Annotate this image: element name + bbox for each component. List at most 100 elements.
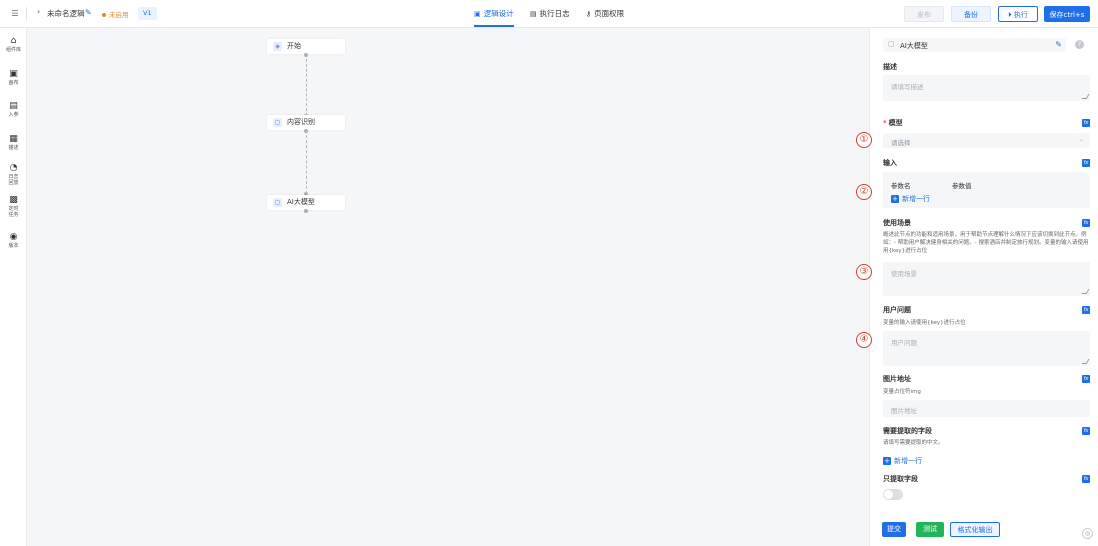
node-label: 内容识别	[287, 118, 315, 126]
annotation-marker-1: ①	[856, 132, 872, 148]
content-recognition-icon: ▢	[273, 118, 282, 127]
start-node-icon: ◈	[273, 42, 282, 51]
sidebar-item-description[interactable]: ▦ 描述	[0, 134, 27, 151]
flow-edge	[306, 54, 307, 116]
model-select[interactable]: 请选择 ⌄	[883, 133, 1090, 148]
sidebar-item-log-replay[interactable]: ◔ 日志 回放	[0, 163, 27, 186]
version-icon: ◉	[9, 232, 18, 242]
flow-node-start[interactable]: ◈ 开始	[267, 39, 345, 54]
logic-title: 未命名逻辑	[47, 9, 85, 18]
required-mark: *	[883, 119, 887, 127]
variable-fx-icon[interactable]: fx	[1082, 219, 1090, 227]
scenario-textarea[interactable]: 使用场景	[883, 262, 1090, 296]
variable-fx-icon[interactable]: fx	[1082, 427, 1090, 435]
variable-fx-icon[interactable]: fx	[1082, 119, 1090, 127]
input-params-table: 参数名 参数值 + 新增一行	[883, 172, 1090, 208]
resize-handle-icon[interactable]	[1081, 94, 1090, 99]
logic-design-icon: ▣	[474, 10, 481, 18]
sidebar-item-label: 组件库	[5, 47, 21, 53]
image-url-label: 图片地址	[883, 375, 911, 383]
variable-fx-icon[interactable]: fx	[1082, 306, 1090, 314]
divider	[26, 7, 27, 21]
test-button[interactable]: 测试	[916, 522, 944, 537]
extract-fields-hint: 请填写需要提取的中文。	[883, 440, 944, 446]
sidebar-item-label: 日志 回放	[8, 174, 19, 186]
ai-model-icon: ▢	[273, 198, 282, 207]
annotation-marker-3: ③	[856, 264, 872, 280]
tab-page-permission[interactable]: ⚷ 页面权限	[586, 0, 624, 27]
placeholder: 用户问题	[891, 339, 917, 347]
image-url-hint: 变量占位符img	[883, 389, 921, 395]
add-row-label: 新增一行	[894, 457, 922, 465]
help-center-icon[interactable]: ◎	[1082, 528, 1093, 539]
left-sidebar: ⌂ 组件库 ▣ 画布 ▤ 入参 ▦ 描述 ◔ 日志 回放 ▩ 定时 任务 ◉ 版本	[0, 28, 27, 546]
scenario-hint: 概述此节点的功能和适用场景，用于帮助节点理解什么情况下应该切换到此节点。例如：-…	[883, 232, 1089, 254]
scheduled-task-icon: ▩	[9, 195, 18, 205]
help-icon[interactable]: ?	[1075, 40, 1084, 49]
log-replay-icon: ◔	[9, 163, 18, 173]
add-input-row-button[interactable]: + 新增一行	[891, 194, 930, 204]
tab-label: 逻辑设计	[483, 9, 514, 18]
node-port[interactable]	[304, 53, 308, 57]
plus-icon: +	[883, 457, 891, 465]
save-button[interactable]: 保存ctrl+s	[1044, 6, 1090, 22]
model-label: * 模型	[883, 118, 903, 128]
node-port[interactable]	[304, 209, 308, 213]
sidebar-item-scheduled-task[interactable]: ▩ 定时 任务	[0, 195, 27, 218]
variable-fx-icon[interactable]: fx	[1082, 159, 1090, 167]
annotation-marker-4: ④	[856, 332, 872, 348]
scenario-label: 使用场景	[883, 219, 911, 227]
description-textarea[interactable]: 请填写描述	[883, 75, 1090, 101]
sidebar-item-components[interactable]: ⌂ 组件库	[0, 36, 27, 53]
flow-canvas[interactable]: ◈ 开始 ▢ 内容识别 ▢ AI大模型	[27, 28, 869, 546]
tab-execution-log[interactable]: ▤ 执行日志	[530, 0, 570, 27]
format-output-button[interactable]: 格式化输出	[950, 522, 1000, 537]
key-icon: ⚷	[586, 10, 592, 18]
question-textarea[interactable]: 用户问题	[883, 331, 1090, 366]
variable-fx-icon[interactable]: fx	[1082, 475, 1090, 483]
flow-node-content-recognition[interactable]: ▢ 内容识别	[267, 115, 345, 130]
only-extract-label: 只提取字段	[883, 475, 918, 483]
submit-button[interactable]: 提交	[882, 522, 906, 537]
input-param-icon: ▤	[9, 101, 18, 111]
tab-label: 执行日志	[539, 9, 570, 18]
status-dot-icon	[102, 13, 106, 17]
image-url-input[interactable]: 图片地址	[883, 400, 1090, 417]
edit-icon[interactable]: ✎	[1055, 40, 1062, 49]
status-badge: 未启用	[102, 9, 129, 19]
placeholder: 使用场景	[891, 270, 917, 278]
extract-fields-label: 需要提取的字段	[883, 427, 932, 435]
resize-handle-icon[interactable]	[1081, 359, 1090, 364]
question-label: 用户问题	[883, 306, 911, 314]
document-icon: ▤	[530, 10, 537, 18]
run-label: 执行	[1013, 11, 1028, 19]
node-name-field[interactable]: ▢ AI大模型 ✎	[883, 38, 1066, 52]
description-label: 描述	[883, 63, 897, 71]
sidebar-item-label: 版本	[8, 243, 19, 249]
play-icon: ⏵	[1008, 11, 1012, 19]
node-label: AI大模型	[287, 198, 315, 206]
add-extract-row-button[interactable]: + 新增一行	[883, 456, 922, 466]
sidebar-item-canvas[interactable]: ▣ 画布	[0, 69, 27, 86]
column-param-value: 参数值	[952, 182, 972, 190]
resize-handle-icon[interactable]	[1081, 289, 1090, 294]
menu-icon[interactable]: ☰	[9, 8, 21, 20]
publish-button[interactable]: 发布	[904, 6, 944, 22]
plus-icon: +	[891, 195, 899, 203]
placeholder: 请选择	[891, 139, 911, 147]
run-button[interactable]: ⏵ 执行	[998, 6, 1038, 22]
variable-fx-icon[interactable]: fx	[1082, 375, 1090, 383]
toggle-knob	[884, 490, 893, 499]
sidebar-item-input-params[interactable]: ▤ 入参	[0, 101, 27, 118]
node-port[interactable]	[304, 129, 308, 133]
sidebar-item-version[interactable]: ◉ 版本	[0, 232, 27, 249]
add-row-label: 新增一行	[902, 195, 930, 203]
flow-node-ai-model[interactable]: ▢ AI大模型	[267, 195, 345, 210]
sidebar-item-label: 描述	[8, 145, 19, 151]
chevron-right-icon[interactable]: ›	[37, 7, 40, 16]
only-extract-toggle[interactable]	[883, 489, 903, 500]
edit-title-icon[interactable]: ✎	[85, 8, 92, 17]
tab-logic-design[interactable]: ▣ 逻辑设计	[474, 0, 514, 27]
flow-edge	[306, 130, 307, 194]
backup-button[interactable]: 备份	[951, 6, 991, 22]
